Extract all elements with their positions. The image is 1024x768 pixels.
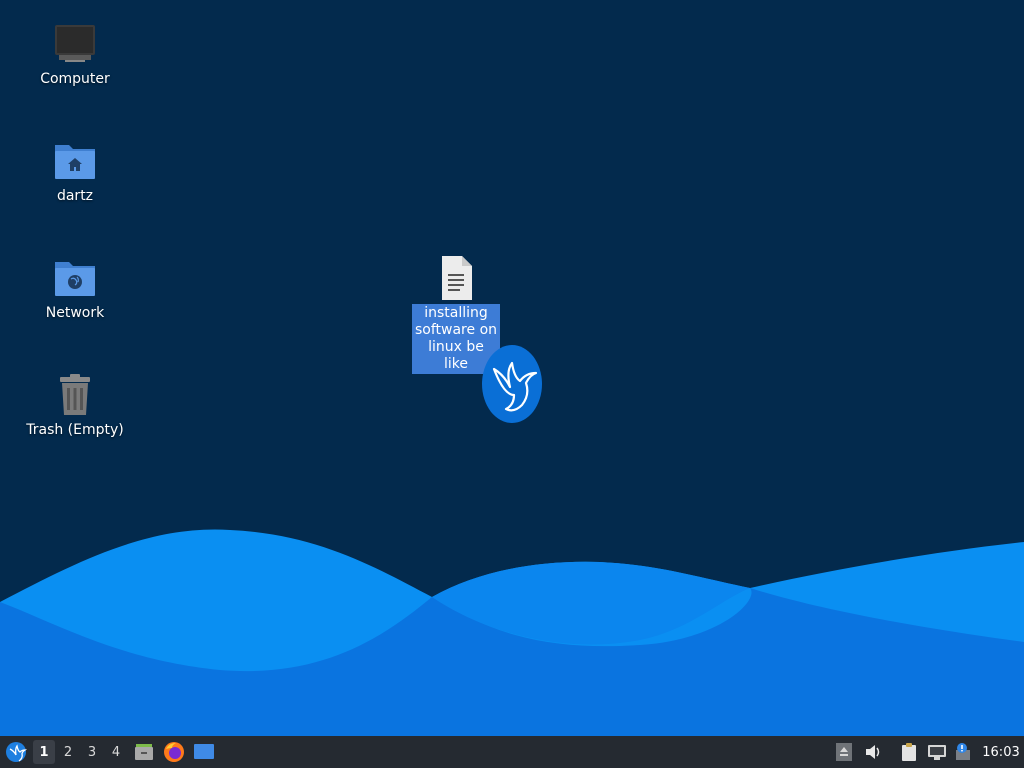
network-folder-icon: [55, 262, 95, 296]
desktop-icon-computer[interactable]: Computer: [15, 20, 135, 88]
text-document-icon: [442, 256, 472, 300]
trash-icon: [60, 374, 90, 415]
file-manager-icon: [135, 744, 153, 760]
firefox-icon: [164, 742, 184, 762]
clock[interactable]: 16:03: [978, 736, 1024, 768]
tray-clipboard[interactable]: [898, 736, 920, 768]
workspace-4-button[interactable]: 4: [105, 736, 127, 768]
desktop-icon-network[interactable]: Network: [15, 254, 135, 322]
network-icon: [928, 745, 946, 760]
desktop-icon-label: Computer: [40, 71, 110, 87]
workspace-1-button[interactable]: 1: [33, 740, 55, 764]
workspace-2-button[interactable]: 2: [57, 736, 79, 768]
taskbar: 1 2 3 4 16:03: [0, 736, 1024, 768]
show-desktop-icon: [194, 744, 214, 759]
desktop-icon-label: Trash (Empty): [26, 422, 124, 438]
app-menu-button[interactable]: [3, 736, 29, 768]
eject-icon: [836, 743, 852, 761]
desktop-icon-trash[interactable]: Trash (Empty): [15, 371, 135, 439]
hummingbird-logo: [482, 345, 542, 423]
desktop[interactable]: Computer dartz Network Trash (Empty) ins…: [0, 0, 1024, 736]
desktop-icon-home[interactable]: dartz: [15, 137, 135, 205]
tray-eject[interactable]: [834, 736, 854, 768]
volume-icon: [866, 745, 880, 759]
tray-updates[interactable]: [952, 736, 974, 768]
workspace-3-button[interactable]: 3: [81, 736, 103, 768]
desktop-icon-label: dartz: [56, 188, 94, 204]
show-desktop-button[interactable]: [192, 736, 216, 768]
firefox-launcher[interactable]: [162, 736, 186, 768]
clipboard-icon: [902, 743, 916, 761]
home-folder-icon: [55, 145, 95, 179]
tray-volume[interactable]: [862, 736, 884, 768]
desktop-icon-label: Network: [45, 305, 105, 321]
whisker-menu-icon: [6, 742, 27, 762]
tray-network[interactable]: [926, 736, 948, 768]
file-manager-launcher[interactable]: [132, 736, 156, 768]
computer-icon: [55, 25, 95, 62]
updates-icon: [956, 743, 970, 760]
